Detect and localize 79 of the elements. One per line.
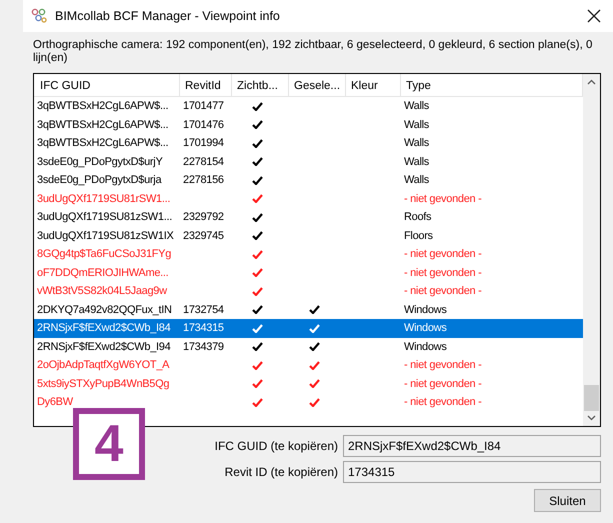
table-row[interactable]: 5xts9iySTXyPupB4WnB5Qg - niet gevonden -: [34, 374, 583, 393]
table-cell-text: 1734315: [182, 322, 225, 334]
table-cell-text: 2278156: [182, 174, 225, 186]
table-cell-text: Windows: [403, 322, 448, 334]
field-label: Revit ID (te kopiëren): [224, 465, 338, 479]
column-header[interactable]: Gesele...: [289, 74, 346, 96]
table-cell-text: Walls: [403, 137, 430, 150]
table-row[interactable]: vWtB3tV5S82k04L5Jaag9w - niet gevonden -: [34, 282, 583, 300]
scrollbar[interactable]: [583, 74, 600, 426]
column-header[interactable]: Kleur: [346, 74, 401, 96]
table-row[interactable]: 3udUgQXf1719SU81zSW1... 2329792 Roofs: [34, 208, 583, 226]
table-cell-text: 3sdeE0g_PDoPgytxD$urjY: [36, 156, 164, 168]
text-field[interactable]: 2RNSjxF$fEXwd2$CWb_I84: [343, 435, 601, 457]
column-header[interactable]: IFC GUID: [34, 74, 180, 96]
table-cell-text: 5xts9iySTXyPupB4WnB5Qg: [36, 378, 170, 390]
text-field[interactable]: 1734315: [343, 461, 601, 483]
step-badge: 4: [73, 408, 145, 480]
table-cell-text: - niet gevonden -: [403, 266, 482, 279]
table-cell-text: 1734379: [182, 340, 225, 353]
table-row[interactable]: 3udUgQXf1719SU81zSW1IX 2329745 Floors: [34, 226, 583, 245]
table-cell-text: - niet gevonden -: [403, 285, 482, 298]
scroll-down-icon[interactable]: [587, 415, 596, 421]
table-cell-text: 1701476: [182, 118, 225, 131]
table-row[interactable]: 3udUgQXf1719SU81rSW1... - niet gevonden -: [34, 190, 583, 208]
table-cell-text: Walls: [403, 100, 430, 112]
table-row[interactable]: 2RNSjxF$fEXwd2$CWb_I94 1734379 Windows: [34, 338, 583, 356]
table-cell-text: Walls: [403, 156, 430, 168]
table-cell-text: Windows: [403, 340, 448, 353]
table-row[interactable]: oF7DDQmERIOJIHWAme... - niet gevonden -: [34, 264, 583, 282]
table-cell-text: - niet gevonden -: [403, 192, 482, 205]
table-cell-text: 3udUgQXf1719SU81zSW1IX: [36, 230, 174, 242]
table-cell-text: 1701477: [182, 100, 225, 112]
table-cell-text: Floors: [403, 230, 434, 242]
table-row[interactable]: 2DKYQ7a492v82QQFux_tIN 1732754 Windows: [34, 300, 583, 319]
table-cell-text: 3sdeE0g_PDoPgytxD$urja: [36, 174, 163, 186]
table-cell-text: Dy6BW: [36, 396, 74, 408]
table-cell-text: 2278154: [182, 156, 225, 168]
table-cell-text: 1732754: [182, 304, 225, 316]
table-cell-text: 3qBWTBSxH2CgL6APW$...: [36, 137, 170, 150]
table-cell-text: - niet gevonden -: [403, 396, 482, 408]
network-icon: [31, 8, 47, 24]
table-cell-text: 3udUgQXf1719SU81zSW1...: [36, 211, 173, 224]
close-button[interactable]: Sluiten: [534, 489, 601, 512]
table-cell-text: 8GQg4tp$Ta6FuCSoJ31FYg: [36, 248, 172, 260]
table-cell-text: 2RNSjxF$fEXwd2$CWb_I94: [36, 340, 172, 353]
table-cell-text: 1701994: [182, 137, 225, 150]
column-header[interactable]: RevitId: [180, 74, 232, 96]
table-cell-text: 2DKYQ7a492v82QQFux_tIN: [36, 304, 173, 316]
table-row[interactable]: 3sdeE0g_PDoPgytxD$urjY 2278154 Walls: [34, 152, 583, 171]
table-cell-text: 3qBWTBSxH2CgL6APW$...: [36, 100, 170, 112]
column-header[interactable]: Zichtb...: [232, 74, 289, 96]
table-cell-text: 3udUgQXf1719SU81rSW1...: [36, 192, 172, 205]
table-cell-text: - niet gevonden -: [403, 248, 482, 260]
table-cell-text: 2329745: [182, 230, 225, 242]
table-row[interactable]: 3qBWTBSxH2CgL6APW$... 1701994 Walls: [34, 134, 583, 152]
close-icon[interactable]: [587, 9, 601, 23]
summary-text: Orthographische camera: 192 component(en), 192 zichtbaar, 6 geselecteerd, 0 gekleurd, 6 section plane(s), 0 lijn(en): [33, 39, 594, 66]
table-cell-text: 2329792: [182, 211, 225, 224]
scroll-up-icon[interactable]: [587, 79, 596, 85]
scroll-thumb[interactable]: [584, 385, 599, 411]
table-row[interactable]: 3sdeE0g_PDoPgytxD$urja 2278156 Walls: [34, 171, 583, 190]
table-cell-text: - niet gevonden -: [403, 378, 482, 390]
table-row[interactable]: 3qBWTBSxH2CgL6APW$... 1701477 Walls: [34, 97, 583, 116]
table-cell-text: 2RNSjxF$fEXwd2$CWb_I84: [36, 322, 172, 334]
window-title: BIMcollab BCF Manager - Viewpoint info: [55, 9, 281, 23]
table-row[interactable]: 8GQg4tp$Ta6FuCSoJ31FYg - niet gevonden -: [34, 245, 583, 264]
table-cell-text: vWtB3tV5S82k04L5Jaag9w: [36, 285, 168, 298]
field-label: IFC GUID (te kopiëren): [214, 439, 338, 453]
table-cell-text: 2oOjbAdpTaqtfXgW6YOT_A: [36, 359, 170, 372]
table-cell-text: - niet gevonden -: [403, 359, 482, 372]
selected-row[interactable]: 2RNSjxF$fEXwd2$CWb_I84 1734315 Windows: [34, 319, 583, 338]
table-cell-text: Walls: [403, 118, 430, 131]
table-cell-text: Roofs: [403, 211, 432, 224]
table-cell-text: oF7DDQmERIOJIHWAme...: [36, 266, 170, 279]
table-cell-text: Windows: [403, 304, 448, 316]
table-row[interactable]: 2oOjbAdpTaqtfXgW6YOT_A - niet gevonden -: [34, 356, 583, 374]
table-cell-text: Walls: [403, 174, 430, 186]
table-cell-text: 3qBWTBSxH2CgL6APW$...: [36, 118, 170, 131]
table-row[interactable]: 3qBWTBSxH2CgL6APW$... 1701476 Walls: [34, 116, 583, 134]
